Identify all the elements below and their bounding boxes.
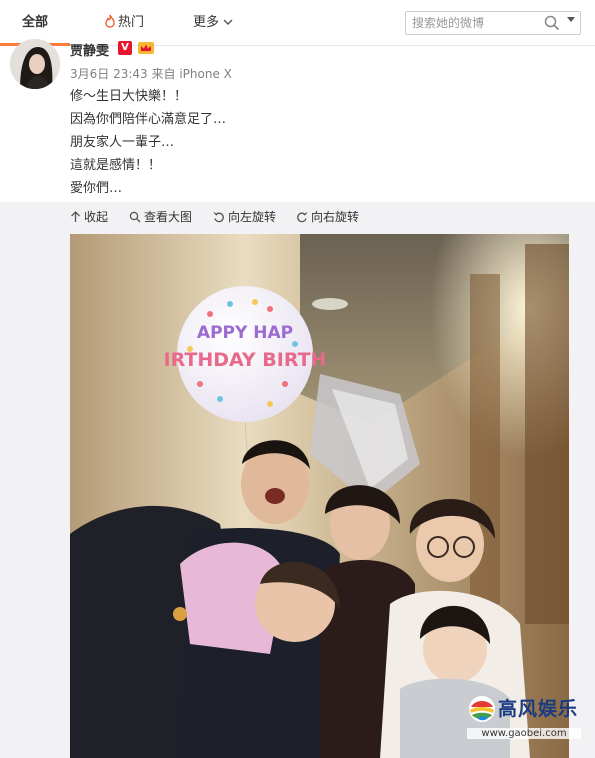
fire-icon [105,14,115,28]
watermark: 高风娱乐 www.gaobei.com [467,694,581,746]
tab-more-label: 更多 [193,15,220,30]
tab-hot-label: 热门 [118,15,145,30]
username[interactable]: 贾静雯 [70,40,109,59]
tab-more[interactable]: 更多 [193,0,233,45]
watermark-title: 高风娱乐 [498,698,579,720]
balloon-text-top: APPY HAP [197,323,293,343]
search-dropdown-icon[interactable] [566,16,576,24]
chevron-down-icon [223,19,233,25]
post-meta: 3月6日 23:43 来自 iPhone X [70,65,232,82]
search-icon[interactable] [544,15,560,31]
rotate-left-label: 向左旋转 [228,210,277,224]
zoom-icon [129,211,141,223]
post-time[interactable]: 3月6日 23:43 [70,67,148,81]
photo-illustration: APPY HAP IRTHDAY BIRTH [70,234,569,758]
search-box [405,11,581,35]
balloon-text-bottom: IRTHDAY BIRTH [164,349,327,371]
post-photo[interactable]: APPY HAP IRTHDAY BIRTH [70,234,569,758]
verified-badge: V [118,41,132,55]
avatar-image [10,39,60,89]
post-line: 朋友家人一輩子… [70,135,175,150]
post-text: 修～生日大快樂！！ 因為你們陪伴心滿意足了… 朋友家人一輩子… 這就是感情！！ … [70,85,226,200]
rotate-left-icon [213,212,224,223]
view-large-label: 查看大图 [144,210,193,224]
avatar[interactable] [10,39,60,89]
post-line: 因為你們陪伴心滿意足了… [70,112,227,127]
rotate-right-button[interactable]: 向右旋转 [296,208,359,226]
rotate-left-button[interactable]: 向左旋转 [213,208,276,226]
tab-all-label: 全部 [21,15,48,30]
view-large-button[interactable]: 查看大图 [129,208,192,226]
logo-icon [469,696,495,722]
rotate-right-label: 向右旋转 [311,210,360,224]
vip-crown-icon [138,42,154,54]
post-source[interactable]: 来自 iPhone X [152,67,232,81]
collapse-icon [71,211,80,222]
rotate-right-icon [297,212,308,223]
watermark-url: www.gaobei.com [467,728,581,739]
post-line: 愛你們… [70,181,123,196]
post-line: 修～生日大快樂！！ [70,89,188,104]
collapse-button[interactable]: 收起 [70,208,108,226]
post-line: 這就是感情！！ [70,158,162,173]
search-input[interactable] [412,12,532,34]
tab-hot[interactable]: 热门 [104,0,144,45]
collapse-label: 收起 [84,210,109,224]
